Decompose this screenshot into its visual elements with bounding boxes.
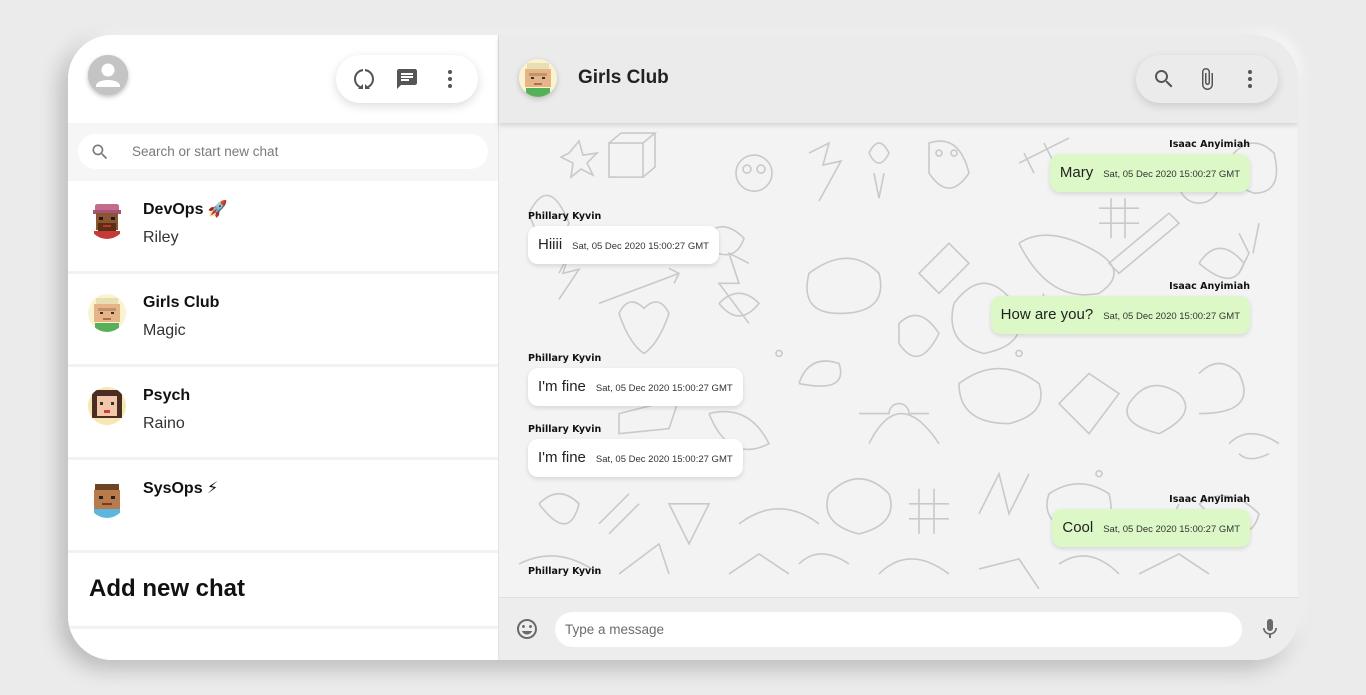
message-sender: Isaac Anyimiah xyxy=(1169,281,1250,292)
sidebar-actions xyxy=(336,55,478,103)
voice-message-button[interactable] xyxy=(1254,613,1286,645)
search-input[interactable] xyxy=(132,144,432,159)
search-bar-container xyxy=(68,123,498,181)
message: Phillary Kyvin xyxy=(528,566,601,577)
message-sender: Phillary Kyvin xyxy=(528,566,602,577)
message: Phillary Kyvin Hiiii Sat, 05 Dec 2020 15:0… xyxy=(528,211,719,264)
more-vertical-icon xyxy=(1248,70,1253,88)
chat-header-actions xyxy=(1136,55,1278,103)
message-list[interactable]: Isaac Anyimiah Mary Sat, 05 Dec 2020 15:00… xyxy=(499,123,1298,597)
chat-header: Girls Club xyxy=(499,35,1298,123)
message-text: Cool xyxy=(1062,519,1094,536)
emoji-icon xyxy=(517,619,537,639)
default-avatar-icon xyxy=(88,55,128,95)
chat-item-psych[interactable]: Psych Raino xyxy=(68,367,498,460)
search-icon xyxy=(1154,70,1173,88)
more-vertical-icon xyxy=(448,70,453,88)
message-sender: Phillary Kyvin xyxy=(528,353,602,364)
status-icon xyxy=(353,69,374,89)
chat-menu-button[interactable] xyxy=(1234,63,1266,95)
message-sender: Phillary Kyvin xyxy=(528,211,602,222)
message-text: I'm fine xyxy=(538,378,586,395)
search-messages-button[interactable] xyxy=(1148,63,1180,95)
message-text: Hiiii xyxy=(538,236,563,253)
avatar xyxy=(88,294,126,332)
search-icon xyxy=(92,144,108,159)
message-timestamp: Sat, 05 Dec 2020 15:00:27 GMT xyxy=(595,454,733,465)
message-bubble[interactable]: How are you? Sat, 05 Dec 2020 15:00:27 GM… xyxy=(990,296,1250,334)
chat-name: DevOps 🚀 xyxy=(143,201,228,218)
message-sender: Isaac Anyimiah xyxy=(1169,494,1250,505)
conversation-panel: Girls Club Isaac Anyimiah Mary Sat, 05 D… xyxy=(499,35,1298,660)
mic-icon xyxy=(1263,619,1277,638)
message-timestamp: Sat, 05 Dec 2020 15:00:27 GMT xyxy=(1103,311,1240,322)
message-timestamp: Sat, 05 Dec 2020 15:00:27 GMT xyxy=(595,383,733,394)
message: Isaac Anyimiah Mary Sat, 05 Dec 2020 15:00… xyxy=(1049,139,1250,192)
chat-app-window: DevOps 🚀 Riley xyxy=(68,35,1298,660)
chat-item-girls-club[interactable]: Girls Club Magic xyxy=(68,274,498,367)
chat-header-avatar[interactable] xyxy=(519,59,557,97)
avatar xyxy=(88,387,126,425)
message-bubble[interactable]: I'm fine Sat, 05 Dec 2020 15:00:27 GMT xyxy=(528,439,743,477)
chat-name: Girls Club xyxy=(143,294,220,311)
user-avatar[interactable] xyxy=(88,55,128,95)
chat-item-devops[interactable]: DevOps 🚀 Riley xyxy=(68,181,498,274)
add-new-chat-button[interactable]: Add new chat xyxy=(68,553,498,629)
message-composer xyxy=(499,597,1298,660)
status-button[interactable] xyxy=(348,63,380,95)
chat-name: Psych xyxy=(143,387,191,404)
message-sender: Phillary Kyvin xyxy=(528,424,602,435)
message-bubble[interactable]: Cool Sat, 05 Dec 2020 15:00:27 GMT xyxy=(1052,509,1250,547)
message-text: I'm fine xyxy=(538,449,586,466)
chat-name: SysOps ⚡ xyxy=(143,480,219,497)
message-sender: Isaac Anyimiah xyxy=(1169,139,1250,150)
message: Phillary Kyvin I'm fine Sat, 05 Dec 2020 1… xyxy=(528,353,743,406)
avatar xyxy=(88,201,126,239)
message: Isaac Anyimiah Cool Sat, 05 Dec 2020 15:00… xyxy=(1052,494,1250,547)
chat-item-sysops[interactable]: SysOps ⚡ xyxy=(68,460,498,553)
message-text: How are you? xyxy=(1000,306,1094,323)
message-input[interactable] xyxy=(555,611,1242,647)
chat-title: Girls Club xyxy=(578,67,669,88)
chat-last-message: Magic xyxy=(143,322,186,339)
attach-icon xyxy=(1201,68,1213,90)
message-bubble[interactable]: Mary Sat, 05 Dec 2020 15:00:27 GMT xyxy=(1049,154,1250,192)
message: Isaac Anyimiah How are you? Sat, 05 Dec 20… xyxy=(990,281,1250,334)
message-timestamp: Sat, 05 Dec 2020 15:00:27 GMT xyxy=(1103,169,1240,180)
chat-last-message: Raino xyxy=(143,415,185,432)
sidebar-header xyxy=(68,35,498,123)
attach-button[interactable] xyxy=(1191,63,1223,95)
new-chat-button[interactable] xyxy=(391,63,423,95)
message-timestamp: Sat, 05 Dec 2020 15:00:27 GMT xyxy=(1103,524,1240,535)
avatar xyxy=(88,480,126,518)
message-bubble[interactable]: I'm fine Sat, 05 Dec 2020 15:00:27 GMT xyxy=(528,368,743,406)
message-bubble[interactable]: Hiiii Sat, 05 Dec 2020 15:00:27 GMT xyxy=(528,226,719,264)
search-bar xyxy=(78,134,488,169)
sidebar: DevOps 🚀 Riley xyxy=(68,35,499,660)
chat-list: DevOps 🚀 Riley Girls Club Magic Psych Ra… xyxy=(68,181,498,660)
message-text: Mary xyxy=(1059,164,1094,181)
chat-last-message: Riley xyxy=(143,229,179,246)
sidebar-menu-button[interactable] xyxy=(434,63,466,95)
new-chat-icon xyxy=(396,69,417,89)
message-timestamp: Sat, 05 Dec 2020 15:00:27 GMT xyxy=(572,241,709,252)
message: Phillary Kyvin I'm fine Sat, 05 Dec 2020 1… xyxy=(528,424,743,477)
emoji-button[interactable] xyxy=(511,613,543,645)
